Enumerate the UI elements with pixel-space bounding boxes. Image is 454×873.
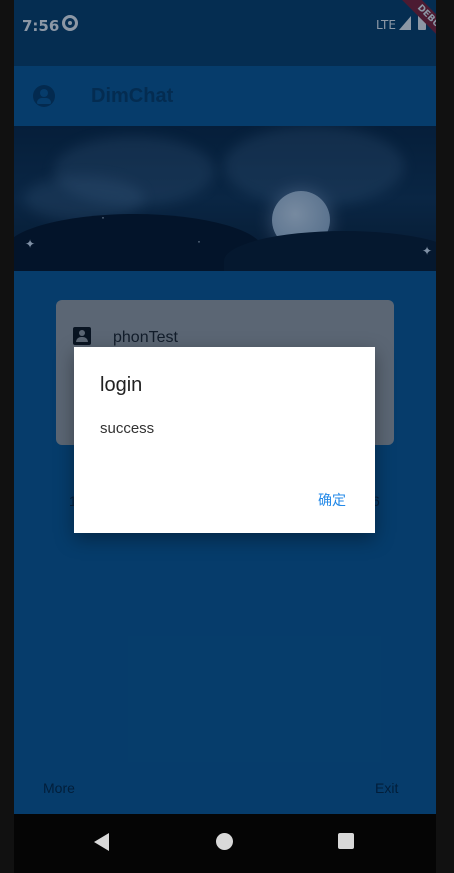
back-icon[interactable] (94, 833, 109, 851)
recent-apps-icon[interactable] (338, 833, 354, 849)
login-dialog: login success 确定 (74, 347, 375, 533)
confirm-button[interactable]: 确定 (318, 490, 346, 510)
home-icon[interactable] (216, 833, 233, 850)
app-screen: 7:56 LTE DEBUG DimChat ✦ ✦ · · phonTest (14, 0, 436, 873)
dialog-message: success (100, 420, 155, 437)
phone-frame: 7:56 LTE DEBUG DimChat ✦ ✦ · · phonTest (0, 0, 454, 873)
navigation-bar (14, 814, 436, 873)
dialog-title: login (100, 374, 143, 396)
